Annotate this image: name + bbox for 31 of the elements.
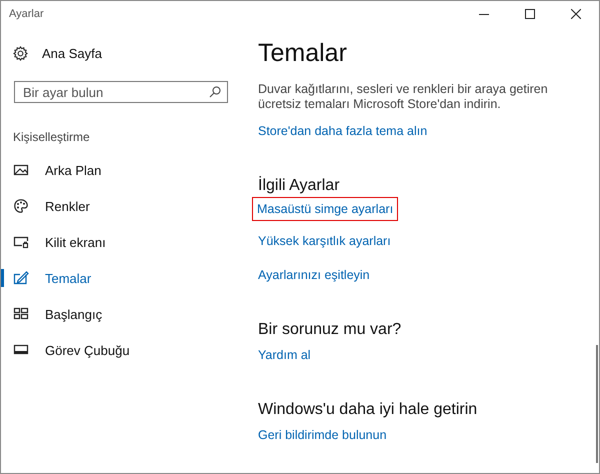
nav-item[interactable]: Renkler (1, 188, 241, 224)
window-title: Ayarlar (9, 8, 45, 20)
section-heading: Windows'u daha iyi hale getirin (258, 401, 478, 419)
nav-item[interactable]: Başlangıç (1, 296, 241, 332)
section-heading: İlgili Ayarlar (258, 177, 340, 195)
scrollbar[interactable] (596, 345, 598, 463)
close-icon[interactable] (571, 9, 581, 19)
maximize-icon[interactable] (525, 9, 535, 19)
settings-link[interactable]: Ayarlarınızı eşitleyin (258, 265, 370, 285)
nav-item[interactable]: Temalar (1, 260, 241, 296)
nav-item[interactable]: Görev Çubuğu (1, 332, 241, 368)
section-label: Kişiselleştirme (13, 130, 91, 146)
page-title: Temalar (258, 39, 348, 69)
lock-screen-icon (13, 234, 29, 250)
settings-link[interactable]: Masaüstü simge ayarları (253, 198, 398, 220)
gear-icon (13, 46, 28, 60)
image-icon (13, 162, 29, 178)
settings-link[interactable]: Store'dan daha fazla tema alın (258, 121, 428, 141)
settings-link[interactable]: Geri bildirimde bulunun (258, 425, 387, 445)
search-icon (209, 86, 221, 98)
description: Duvar kağıtlarını, sesleri ve renkleri bir araya getiren ücretsiz temaları Microsoft Store'dan indirin. (258, 82, 549, 112)
search-field[interactable]: Bir ayar bulun (14, 81, 228, 103)
home-link[interactable]: Ana Sayfa (42, 46, 102, 60)
settings-link[interactable]: Yüksek karşıtlık ayarları (258, 231, 391, 251)
palette-icon (13, 198, 29, 214)
tiles-icon (13, 306, 29, 322)
section-heading: Bir sorunuz mu var? (258, 321, 402, 339)
settings-link[interactable]: Yardım al (258, 345, 311, 365)
pencil-icon (13, 270, 29, 286)
nav-item[interactable]: Arka Plan (1, 152, 241, 188)
nav-item[interactable]: Kilit ekranı (1, 224, 241, 260)
